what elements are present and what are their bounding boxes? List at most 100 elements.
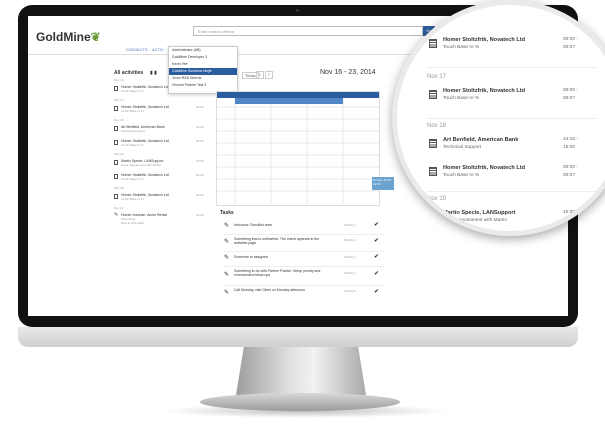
- dropdown-item[interactable]: Victor R&D Worms: [169, 75, 237, 82]
- dropdown-item[interactable]: Vincent Partner Test 3: [169, 82, 237, 89]
- checkmark-icon[interactable]: ✔: [374, 253, 379, 260]
- magnified-date: Nov 17: [427, 74, 447, 80]
- pin-icon: ✎: [224, 255, 230, 261]
- monitor-chin: [18, 327, 578, 347]
- document-icon: [429, 39, 437, 48]
- magnified-date: Nov 16: [427, 17, 447, 23]
- calendar-next-button[interactable]: ›: [265, 71, 273, 79]
- task-text[interactable]: Call Monday, visit Client on Monday afte…: [234, 288, 324, 292]
- dropdown-item[interactable]: Administrator (AB): [169, 47, 237, 54]
- magnified-time-end: 00:07: [563, 45, 576, 50]
- document-icon: [114, 160, 118, 165]
- dropdown-item[interactable]: Kevin Yee: [169, 61, 237, 68]
- activity-time: 00:00: [196, 193, 204, 197]
- magnified-subject: Touch Base re %: [443, 173, 480, 178]
- document-icon: [429, 167, 437, 176]
- magnified-group: Homer Stoltzfrtk, Novatech Ltd Touch Bas…: [427, 163, 597, 191]
- activity-date: Nov 21: [114, 206, 124, 210]
- activity-subject: Touch Base re %: [121, 109, 144, 113]
- checkmark-icon[interactable]: ✔: [374, 237, 379, 244]
- pin-icon: ✎: [224, 290, 230, 296]
- tasks-title: Tasks: [220, 210, 234, 216]
- pin-icon: ✎: [224, 223, 230, 229]
- camera-dot: [296, 9, 299, 12]
- checkmark-icon[interactable]: ✔: [374, 270, 379, 277]
- magnified-time-end: 00:07: [563, 96, 576, 101]
- activity-group: Nov 17 Homer Stoltzfrtk, Novatech Ltd To…: [114, 98, 212, 118]
- activity-time: 00:00: [196, 105, 204, 109]
- task-priority: Priority 1: [344, 223, 356, 227]
- activity-group: Homer Stoltzfrtk, Novatech Ltd Touch Bas…: [114, 138, 212, 152]
- task-priority: Priority 5: [344, 289, 356, 293]
- calendar-date-range: Nov 16 - 23, 2014: [320, 69, 376, 76]
- app-logo: GoldMine❦: [36, 30, 101, 44]
- activity-time: 14:15: [196, 125, 204, 129]
- activity-list: Nov 16 Homer Stoltzfrtk, Novatech Ltd To…: [114, 78, 212, 232]
- magnified-time-start: 00:00 -: [563, 37, 578, 42]
- task-text[interactable]: Something to do with Partner Pointer. Se…: [234, 269, 324, 277]
- magnified-name[interactable]: Art Benfield, American Bank: [443, 137, 518, 143]
- monitor-stand-base: [200, 393, 400, 411]
- tab-contacts[interactable]: CONTACTS: [126, 47, 148, 52]
- checkmark-icon[interactable]: ✔: [374, 221, 379, 228]
- activity-time: 00:00: [196, 173, 204, 177]
- calendar-grid: [217, 98, 379, 205]
- task-priority: Priority 3: [344, 255, 356, 259]
- magnified-time-start: 00:00 -: [563, 88, 578, 93]
- document-icon: [114, 106, 118, 111]
- logo-leaf-icon: ❦: [90, 30, 101, 44]
- document-icon: [114, 140, 118, 145]
- activity-subject: Touch Base re %: [121, 143, 144, 147]
- magnified-group: Nov 16 Homer Stoltzfrtk, Novatech Ltd To…: [427, 17, 597, 67]
- magnified-name[interactable]: Homer Stoltzfrtk, Novatech Ltd: [443, 88, 525, 94]
- dropdown-item[interactable]: GoldMine Developer 3: [169, 54, 237, 61]
- task-text[interactable]: Someone to assigned: [234, 255, 324, 259]
- activity-date: Nov 17: [114, 98, 124, 102]
- magnified-time-end: 15:00: [563, 145, 576, 150]
- activity-subject: Touch Base re %: [121, 89, 144, 93]
- magnified-group: Nov 17 Homer Stoltzfrtk, Novatech Ltd To…: [427, 68, 597, 118]
- magnified-subject: Touch Base re %: [443, 96, 480, 101]
- activity-date: Nov 19: [114, 152, 124, 156]
- activity-date: Nov 20: [114, 186, 124, 190]
- magnified-date: Nov 18: [427, 123, 447, 129]
- activity-time: 10:30: [196, 159, 204, 163]
- activity-date: Nov 18: [114, 118, 124, 122]
- checkmark-icon[interactable]: ✔: [374, 288, 379, 295]
- magnified-name[interactable]: Martin Specle, LANSupport: [443, 210, 515, 216]
- calendar-event[interactable]: Homer, 11:00 - 12:00: [372, 177, 394, 190]
- magnified-name[interactable]: Homer Stoltzfrtk, Novatech Ltd: [443, 165, 525, 171]
- document-icon: [114, 194, 118, 199]
- magnified-time-start: 10:30 -: [563, 210, 578, 215]
- task-row: ✎ Call Monday, visit Client on Monday af…: [224, 286, 384, 302]
- task-text[interactable]: Something that is unfinished. The check …: [234, 237, 324, 245]
- dropdown-item-selected[interactable]: GoldMine Solutions Mojfe: [169, 68, 237, 75]
- magnified-subject: Touch Base re %: [443, 45, 480, 50]
- task-priority: Priority 2: [344, 238, 356, 242]
- magnified-name[interactable]: Homer Stoltzfrtk, Novatech Ltd: [443, 37, 525, 43]
- document-icon: [114, 174, 118, 179]
- task-text[interactable]: Introduce Checklist area: [234, 223, 324, 227]
- pin-icon: ✎: [224, 272, 230, 278]
- task-row: ✎ Introduce Checklist area Priority 1 ✔: [224, 220, 384, 235]
- magnified-group: Nov 19 ✎ Martin Specle, LANSupport some …: [427, 192, 597, 231]
- activity-group: Nov 19 Martin Specle, LANSupport some ap…: [114, 152, 212, 172]
- magnified-time-start: 14:15 -: [563, 137, 578, 142]
- tab-activities[interactable]: ACTIV: [152, 47, 164, 52]
- task-row: ✎ Something to do with Partner Pointer. …: [224, 267, 384, 286]
- pin-icon: ✎: [114, 212, 119, 218]
- activity-group: Nov 21 ✎ Homer Ironman, Acme Rental Some…: [114, 206, 212, 232]
- calendar-prev-button[interactable]: ‹: [256, 71, 264, 79]
- magnified-subject: Technical Support: [443, 145, 482, 150]
- activity-group: Homer Stoltzfrtk, Novatech Ltd Touch Bas…: [114, 172, 212, 186]
- activity-group: Nov 20 Homer Stoltzfrtk, Novatech Ltd To…: [114, 186, 212, 206]
- activity-time: 00:00: [196, 139, 204, 143]
- activity-subject: Technical Support: [121, 129, 145, 133]
- task-row: ✎ Something that is unfinished. The chec…: [224, 235, 384, 252]
- monitor-stand-neck: [236, 347, 366, 395]
- search-input[interactable]: Enter search criteria: [193, 26, 423, 36]
- magnified-date: Nov 19: [427, 196, 447, 202]
- magnified-group: Nov 18 Art Benfield, American Bank Techn…: [427, 119, 597, 163]
- filter-icon[interactable]: ▮ ▮: [150, 70, 157, 76]
- activity-group: Nov 18 Art Benfield, American Bank Techn…: [114, 118, 212, 138]
